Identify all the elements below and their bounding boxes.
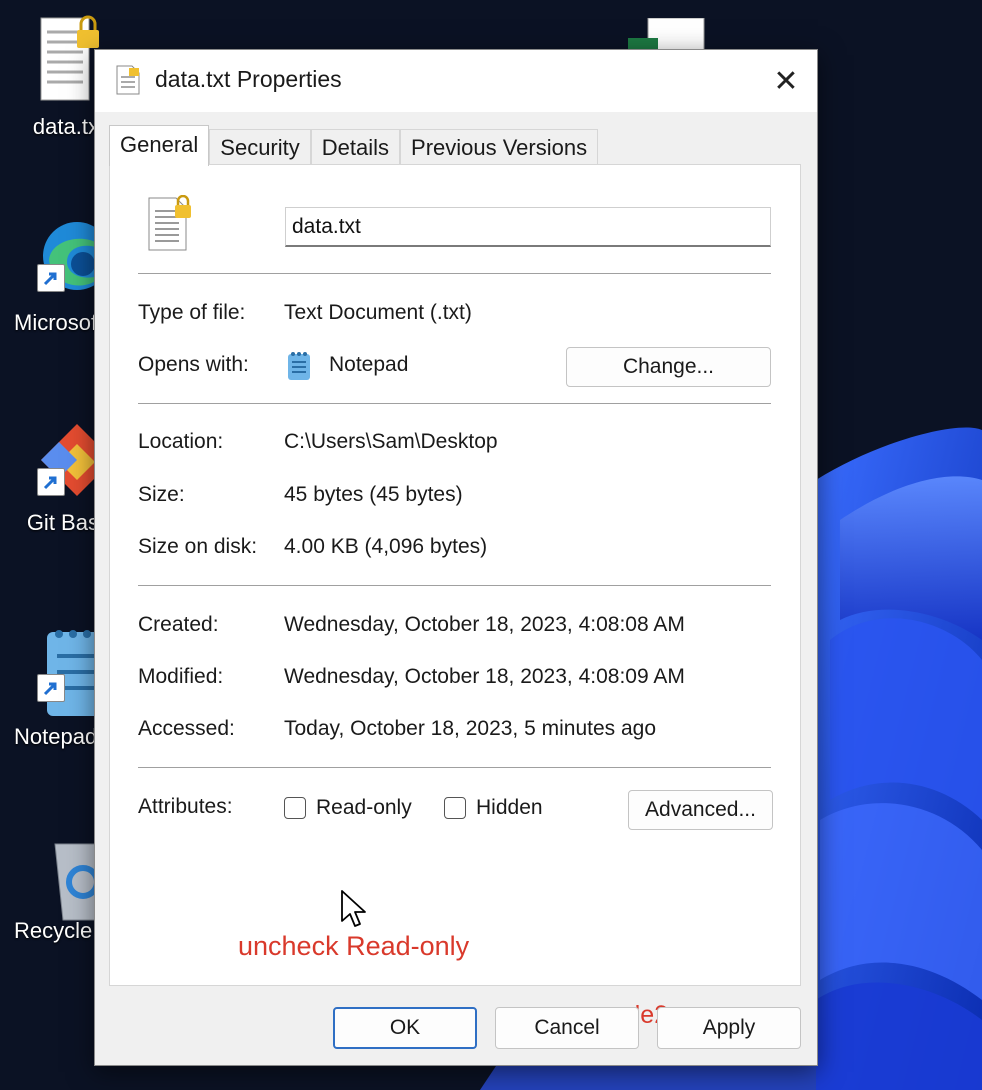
hidden-label: Hidden	[476, 796, 543, 819]
text-file-lock-icon	[37, 14, 101, 101]
advanced-button[interactable]: Advanced...	[628, 790, 773, 830]
text-file-icon	[115, 64, 141, 101]
file-name-input[interactable]	[285, 207, 771, 247]
type-of-file-value: Text Document (.txt)	[284, 301, 472, 324]
size-on-disk-label: Size on disk:	[138, 535, 258, 558]
tab-security[interactable]: Security	[209, 129, 311, 166]
opens-with-label: Opens with:	[138, 353, 249, 376]
attributes-label: Attributes:	[138, 795, 233, 818]
modified-label: Modified:	[138, 665, 224, 688]
properties-dialog: data.txt Properties ✕ General Security D…	[94, 49, 818, 1066]
recycle-bin-icon	[37, 834, 112, 921]
location-label: Location:	[138, 430, 224, 453]
size-on-disk-value: 4.00 KB (4,096 bytes)	[284, 535, 488, 558]
apply-button[interactable]: Apply	[657, 1007, 801, 1049]
notepad-icon	[37, 626, 109, 716]
git-icon	[37, 420, 113, 496]
created-label: Created:	[138, 613, 219, 636]
tab-general[interactable]: General	[109, 125, 210, 166]
separator	[138, 403, 771, 404]
tab-details[interactable]: Details	[310, 129, 401, 166]
size-label: Size:	[138, 483, 185, 506]
separator	[138, 585, 771, 586]
checkbox-box[interactable]	[284, 797, 306, 819]
change-button[interactable]: Change...	[566, 347, 771, 387]
title-bar[interactable]: data.txt Properties ✕	[95, 50, 817, 112]
window-title: data.txt Properties	[155, 66, 342, 92]
tab-previous-versions[interactable]: Previous Versions	[400, 129, 599, 166]
read-only-label: Read-only	[316, 796, 412, 819]
shortcut-arrow-icon	[37, 674, 65, 702]
annotation-text: uncheck Read-only	[238, 931, 470, 961]
general-panel: Type of file: Text Document (.txt) Opens…	[109, 164, 801, 1029]
tab-strip: General Security Details Previous Versio…	[109, 125, 599, 166]
edge-icon	[37, 216, 111, 292]
shortcut-arrow-icon	[37, 468, 65, 496]
type-of-file-label: Type of file:	[138, 301, 246, 324]
checkbox-box[interactable]	[444, 797, 466, 819]
text-file-lock-icon	[146, 194, 198, 258]
mouse-cursor-icon	[340, 889, 368, 934]
close-icon: ✕	[773, 64, 799, 98]
opens-with-value: Notepad	[329, 353, 409, 376]
created-value: Wednesday, October 18, 2023, 4:08:08 AM	[284, 613, 685, 636]
close-button[interactable]: ✕	[755, 50, 817, 112]
size-value: 45 bytes (45 bytes)	[284, 483, 463, 506]
cancel-button[interactable]: Cancel	[495, 1007, 639, 1049]
separator	[138, 767, 771, 768]
accessed-label: Accessed:	[138, 717, 235, 740]
hidden-checkbox[interactable]: Hidden	[444, 796, 543, 820]
accessed-value: Today, October 18, 2023, 5 minutes ago	[284, 717, 657, 740]
shortcut-arrow-icon	[37, 264, 65, 292]
ok-button[interactable]: OK	[333, 1007, 477, 1049]
modified-value: Wednesday, October 18, 2023, 4:08:09 AM	[284, 665, 685, 688]
location-value: C:\Users\Sam\Desktop	[284, 430, 498, 453]
separator	[138, 273, 771, 274]
read-only-checkbox[interactable]: Read-only	[284, 796, 412, 820]
notepad-icon	[286, 351, 312, 386]
